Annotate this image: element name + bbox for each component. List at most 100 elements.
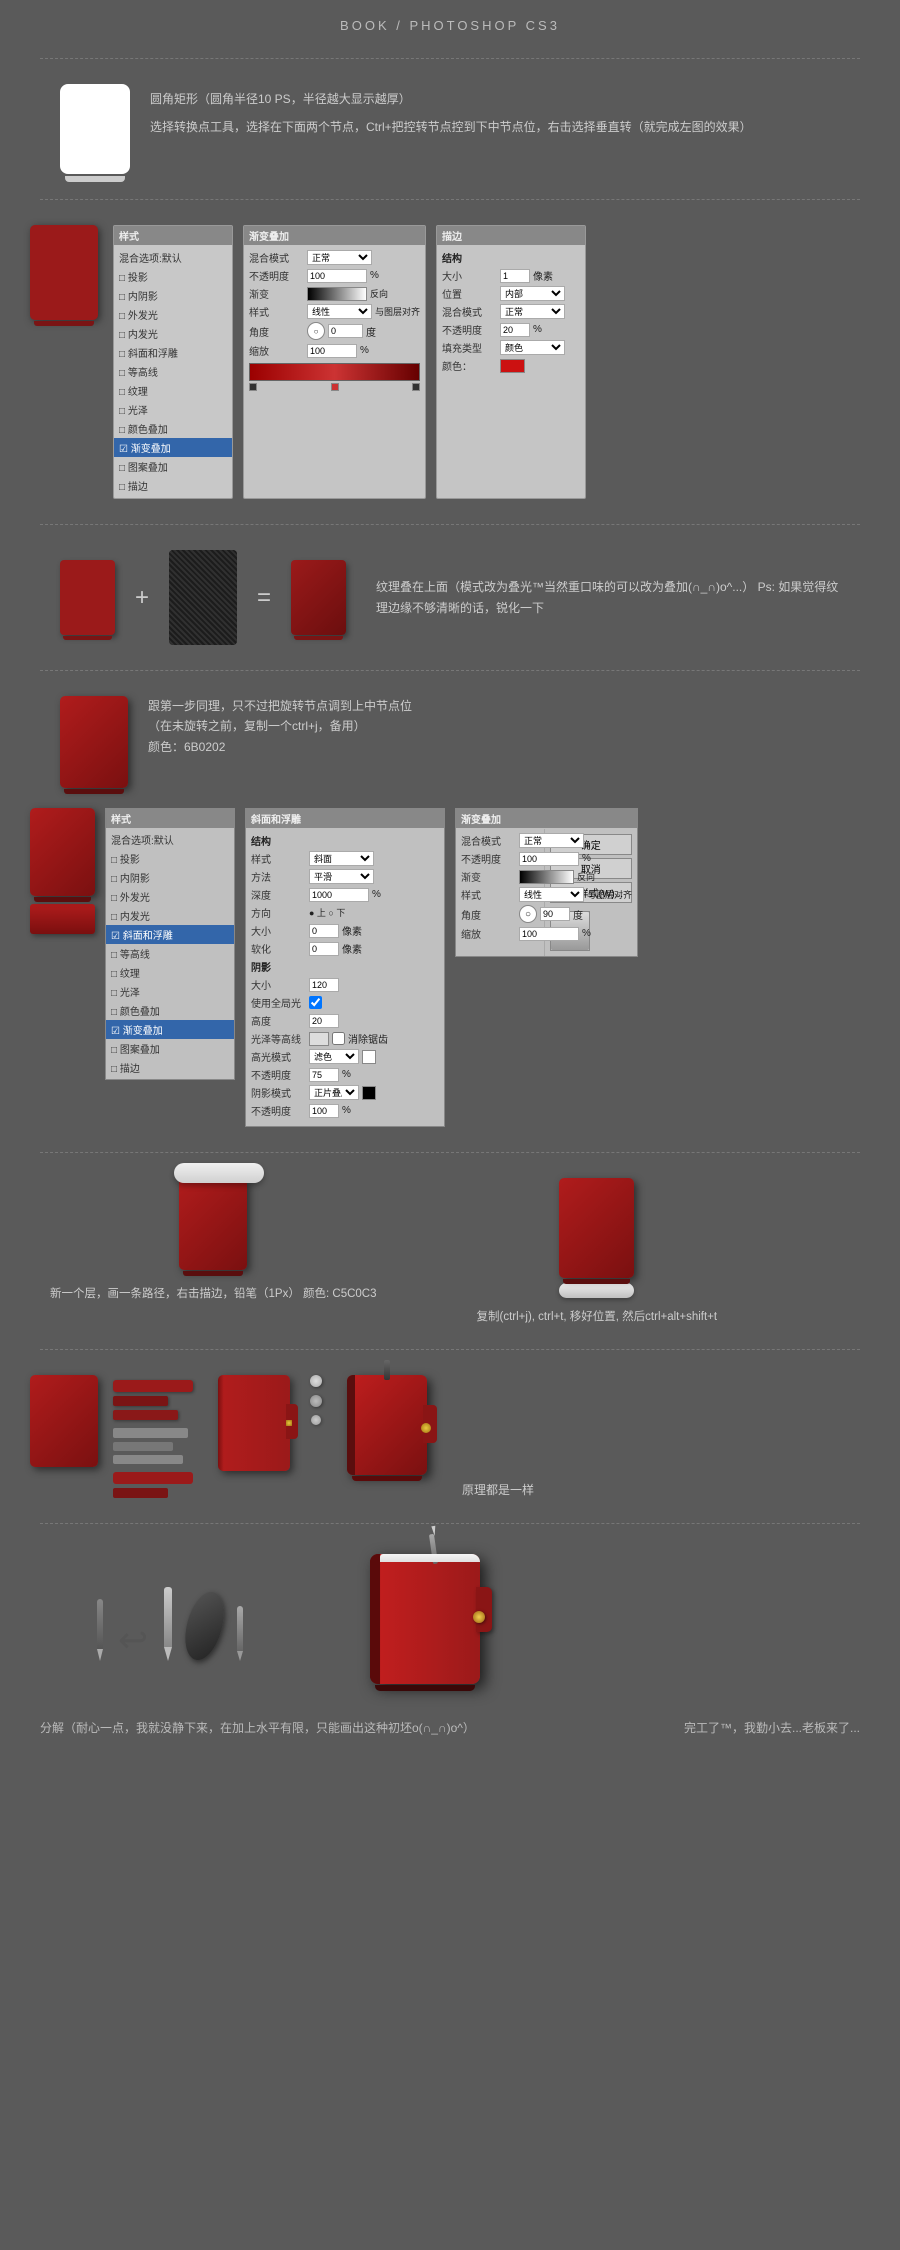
ls-inner-shadow[interactable]: □ 内阴影: [106, 868, 234, 887]
pen-1-body: [97, 1599, 103, 1649]
angle-dial[interactable]: ○: [307, 322, 325, 340]
style-item-outer-glow[interactable]: □ 外发光: [114, 305, 232, 324]
bevel-title: 斜面和浮雕: [246, 809, 444, 828]
section7-note: 原理都是一样: [462, 1481, 534, 1498]
section6-right: 复制(ctrl+j), ctrl+t, 移好位置, 然后ctrl+alt+shi…: [477, 1178, 718, 1324]
gradient-label: 渐变: [249, 286, 304, 301]
ls-outer-glow[interactable]: □ 外发光: [106, 887, 234, 906]
stroke-opacity-input[interactable]: [500, 323, 530, 337]
gloss-preview[interactable]: [309, 1032, 329, 1046]
degree-sign: 度: [366, 324, 376, 339]
style-item-color-overlay[interactable]: □ 颜色叠加: [114, 419, 232, 438]
opacity-input[interactable]: [307, 269, 367, 283]
gr-opacity-input[interactable]: [519, 852, 579, 866]
ls-shadow[interactable]: □ 投影: [106, 849, 234, 868]
highlight-mode-select[interactable]: 滤色: [309, 1049, 359, 1064]
section-8-9: ↪: [0, 1539, 900, 1709]
style-item-contour[interactable]: □ 等高线: [114, 362, 232, 381]
gr-style-label: 样式: [461, 887, 516, 902]
pen-3-container: [237, 1606, 243, 1661]
gr-angle-input[interactable]: [540, 907, 570, 921]
bottom-right-text: 完工了™，我勤小去...老板来了...: [684, 1719, 860, 1736]
divider-7: [40, 1523, 860, 1524]
gr-angle-dial[interactable]: ○: [519, 905, 537, 923]
section6-text2: 复制(ctrl+j), ctrl+t, 移好位置, 然后ctrl+alt+shi…: [477, 1308, 718, 1324]
use-light-check[interactable]: [309, 996, 322, 1009]
style-item-default[interactable]: 混合选项:默认: [114, 248, 232, 267]
component-col-1: [30, 1375, 98, 1467]
ls-contour[interactable]: □ 等高线: [106, 944, 234, 963]
angle-input[interactable]: [328, 324, 363, 338]
pen-2-body: [164, 1587, 172, 1647]
shadow-mode-select[interactable]: 正片叠底: [309, 1085, 359, 1100]
soften-input[interactable]: [309, 942, 339, 956]
comp-book-full: [30, 1375, 98, 1467]
style-item-pattern-overlay[interactable]: □ 图案叠加: [114, 457, 232, 476]
gloss-check[interactable]: [332, 1032, 345, 1045]
size-shading-input[interactable]: [309, 978, 339, 992]
position-select[interactable]: 内部: [500, 286, 565, 301]
red-tab-bottom-1: [113, 1472, 193, 1484]
depth-percent: %: [372, 889, 381, 900]
ls-satin[interactable]: □ 光泽: [106, 982, 234, 1001]
gr-gradient-label: 渐变: [461, 869, 516, 884]
ls-texture[interactable]: □ 纹理: [106, 963, 234, 982]
style-item-gradient-overlay[interactable]: ☑ 渐变叠加: [114, 438, 232, 457]
section4-text: 跟第一步同理，只不过把旋转节点调到上中节点位 （在未旋转之前，复制一个ctrl+…: [148, 696, 412, 757]
size-input[interactable]: [500, 269, 530, 283]
ls-stroke[interactable]: □ 描边: [106, 1058, 234, 1077]
gr-scale-input[interactable]: [519, 927, 579, 941]
size-shading-label: 大小: [251, 977, 306, 992]
use-light-label: 使用全局光: [251, 995, 306, 1010]
gradient-bar: [249, 363, 420, 381]
stroke-blend-select[interactable]: 正常: [500, 304, 565, 319]
style-item-texture[interactable]: □ 纹理: [114, 381, 232, 400]
final-book-comp: [347, 1375, 427, 1475]
section1-instructions: 圆角矩形（圆角半径10 PS，半径越大显示越厚） 选择转换点工具，选择在下面两个…: [150, 84, 840, 138]
red-tab-3: [113, 1410, 178, 1420]
shadow-opacity-input[interactable]: [309, 1104, 339, 1118]
ls-default[interactable]: 混合选项:默认: [106, 830, 234, 849]
style-item-inner-glow[interactable]: □ 内发光: [114, 324, 232, 343]
style-item-inner-shadow[interactable]: □ 内阴影: [114, 286, 232, 305]
style-item-shadow[interactable]: □ 投影: [114, 267, 232, 286]
final-result: [370, 1554, 490, 1694]
highlight-color[interactable]: [362, 1050, 376, 1064]
height-input[interactable]: [309, 1014, 339, 1028]
component-col-3: [218, 1375, 290, 1471]
size-bevel-input[interactable]: [309, 924, 339, 938]
style-item-bevel[interactable]: □ 斜面和浮雕: [114, 343, 232, 362]
stroke-blend-label: 混合模式: [442, 304, 497, 319]
bevel-technique-select[interactable]: 平滑: [309, 869, 374, 884]
style-select[interactable]: 线性: [307, 304, 372, 319]
dir-up[interactable]: ● 上 ○ 下: [309, 906, 345, 919]
highlight-opacity-label: 不透明度: [251, 1067, 306, 1082]
gr-opacity-label: 不透明度: [461, 851, 516, 866]
gradient-stop-left[interactable]: [249, 383, 257, 391]
ls-pattern-overlay[interactable]: □ 图案叠加: [106, 1039, 234, 1058]
divider-6: [40, 1349, 860, 1350]
blend-select[interactable]: 正常: [307, 250, 372, 265]
ls-inner-glow[interactable]: □ 内发光: [106, 906, 234, 925]
gr-blend-select[interactable]: 正常: [519, 833, 584, 848]
gradient-stop-mid[interactable]: [331, 383, 339, 391]
gr-gradient-preview[interactable]: [519, 870, 574, 884]
bevel-style-select[interactable]: 斜面: [309, 851, 374, 866]
scale-input[interactable]: [307, 344, 357, 358]
shadow-color[interactable]: [362, 1086, 376, 1100]
ls-gradient-overlay[interactable]: ☑ 渐变叠加: [106, 1020, 234, 1039]
style-item-stroke[interactable]: □ 描边: [114, 476, 232, 495]
gr-style-select[interactable]: 线性: [519, 887, 584, 902]
section6-text1: 新一个层，画一条路径，右击描边，铅笔（1Px） 颜色: C5C0C3: [50, 1288, 377, 1300]
fill-type-label: 填充类型: [442, 340, 497, 355]
depth-input[interactable]: [309, 888, 369, 902]
fill-type-select[interactable]: 颜色: [500, 340, 565, 355]
note1: 圆角矩形（圆角半径10 PS，半径越大显示越厚）: [150, 92, 411, 106]
gradient-stop-right[interactable]: [412, 383, 420, 391]
highlight-opacity-input[interactable]: [309, 1068, 339, 1082]
color-swatch[interactable]: [500, 359, 525, 373]
ls-bevel[interactable]: ☑ 斜面和浮雕: [106, 925, 234, 944]
gradient-preview[interactable]: [307, 287, 367, 301]
style-item-satin[interactable]: □ 光泽: [114, 400, 232, 419]
ls-color-overlay[interactable]: □ 颜色叠加: [106, 1001, 234, 1020]
